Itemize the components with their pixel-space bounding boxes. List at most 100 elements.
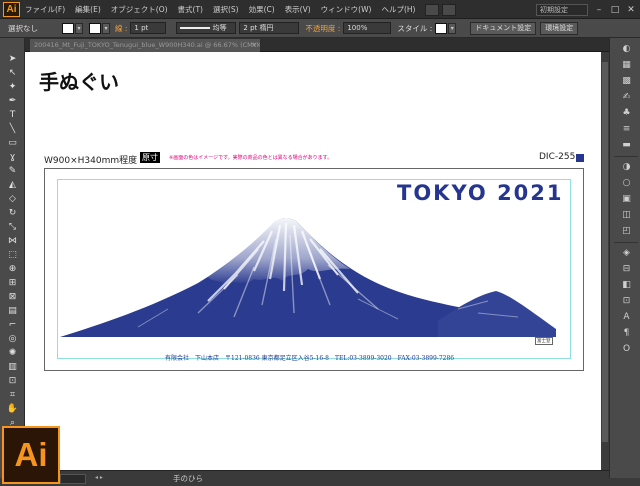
illustrator-logo: Ai (2, 426, 60, 484)
stroke-profile-label: 均等 (212, 24, 227, 32)
company-info: 有限会社 下山本店 〒121-0836 東京都足立区入谷5-16-8 TEL:0… (165, 355, 455, 362)
eyedropper-icon[interactable]: ⌐ (6, 320, 19, 331)
transform-icon[interactable]: ⊡ (620, 296, 633, 307)
mount-fuji-illustration (60, 218, 556, 337)
scrollbar-thumb[interactable] (602, 62, 608, 442)
menu-select[interactable]: 選択(S) (213, 4, 239, 15)
menu-object[interactable]: オブジェクト(O) (111, 4, 168, 15)
document-setup-button[interactable]: ドキュメント設定 (470, 21, 537, 35)
rotate-icon[interactable]: ↻ (6, 208, 19, 219)
eraser-icon[interactable]: ◇ (6, 194, 19, 205)
gradient-panel-icon[interactable]: ▬ (620, 140, 633, 151)
transparency-icon[interactable]: ◑ (620, 162, 633, 173)
stroke-weight-field[interactable]: 1 pt (130, 22, 167, 34)
style-dropdown-icon[interactable]: ▾ (448, 22, 457, 34)
rectangle-icon[interactable]: ▭ (6, 138, 19, 149)
style-swatch[interactable] (435, 22, 448, 34)
profile-line-icon (180, 27, 211, 29)
shape-builder-icon[interactable]: ⊕ (6, 264, 19, 275)
opacity-field[interactable]: 100% (343, 22, 392, 34)
size-label: W900×H340mm程度 (44, 156, 138, 166)
color-icon[interactable]: ◐ (620, 44, 633, 55)
opentype-icon[interactable]: O (620, 344, 633, 355)
blend-icon[interactable]: ◎ (6, 334, 19, 345)
swatches-icon[interactable]: ▩ (620, 76, 633, 87)
artboard-icon[interactable]: ⊡ (6, 376, 19, 387)
layers-stack-icon[interactable]: ◈ (620, 248, 633, 259)
artboard[interactable]: TOKYO 2021 富士登 有限会社 下山本店 〒121-0836 東京都足立… (44, 168, 584, 371)
slice-icon[interactable]: ⌗ (6, 390, 19, 401)
stroke-icon[interactable]: ≡ (620, 124, 633, 135)
align-icon[interactable]: ⊟ (620, 264, 633, 275)
menu-items: ファイル(F) 編集(E) オブジェクト(O) 書式(T) 選択(S) 効果(C… (25, 0, 459, 19)
line-icon[interactable]: ╲ (6, 124, 19, 135)
blob-brush-icon[interactable]: ◭ (6, 180, 19, 191)
symbol-sprayer-icon[interactable]: ✺ (6, 348, 19, 359)
perspective-icon[interactable]: ⊞ (6, 278, 19, 289)
fill-swatch[interactable] (62, 22, 74, 34)
artist-seal: 富士登 (535, 337, 553, 345)
pathfinder-icon[interactable]: ◧ (620, 280, 633, 291)
selection-arrow-icon[interactable]: ➤ (6, 54, 19, 65)
width-icon[interactable]: ⋈ (6, 236, 19, 247)
workspace-switcher[interactable]: 初期設定 (536, 3, 588, 16)
scale-icon[interactable]: ⤡ (6, 222, 19, 233)
artboards-panel-icon[interactable]: ◰ (620, 226, 633, 237)
paragraph-icon[interactable]: ¶ (620, 328, 633, 339)
minimize-icon[interactable]: – (592, 4, 606, 16)
menu-view[interactable]: 表示(V) (285, 4, 311, 15)
style-label: スタイル : (397, 23, 433, 33)
menu-window[interactable]: ウィンドウ(W) (321, 4, 372, 15)
bridge-button[interactable] (425, 3, 440, 16)
graph-icon[interactable]: ▥ (6, 362, 19, 373)
symbols-icon[interactable]: ♣ (620, 108, 633, 119)
paintbrush-icon[interactable]: ɣ (6, 152, 19, 163)
brushes-icon[interactable]: ✍ (620, 92, 633, 103)
close-icon[interactable]: ✕ (624, 4, 638, 16)
type-icon[interactable]: T (6, 110, 19, 121)
menu-help[interactable]: ヘルプ(H) (381, 4, 415, 15)
menu-edit[interactable]: 編集(E) (75, 4, 101, 15)
brush-definition[interactable]: 2 pt 楕円 (239, 22, 300, 34)
free-transform-icon[interactable]: ⬚ (6, 250, 19, 261)
pencil-icon[interactable]: ✎ (6, 166, 19, 177)
variable-width-profile[interactable]: 均等 (176, 22, 237, 34)
app-logo: Ai (3, 2, 20, 17)
tools-panel: ➤ ↖ ✦ ✒ T ╲ ▭ ɣ ✎ ◭ ◇ ↻ ⤡ ⋈ ⬚ ⊕ ⊞ ⊠ ▤ ⌐ … (0, 38, 25, 478)
menu-type[interactable]: 書式(T) (178, 4, 203, 15)
document-tab[interactable]: 200416_Mt_Fuji_TOKYO_Tenugui_blue_W900H3… (30, 39, 260, 52)
appearance-icon[interactable]: ○ (620, 178, 633, 189)
direct-select-icon[interactable]: ↖ (6, 68, 19, 79)
gradient-icon[interactable]: ▤ (6, 306, 19, 317)
mesh-icon[interactable]: ⊠ (6, 292, 19, 303)
menu-effect[interactable]: 効果(C) (249, 4, 275, 15)
stroke-label[interactable]: 線 : (115, 23, 127, 34)
pen-icon[interactable]: ✒ (6, 96, 19, 107)
status-bar: ◂ ▸ 手のひら (25, 470, 609, 486)
graphic-styles-icon[interactable]: ▣ (620, 194, 633, 205)
opacity-label[interactable]: 不透明度 : (305, 23, 340, 34)
layers-icon[interactable]: ◫ (620, 210, 633, 221)
hand-icon[interactable]: ✋ (6, 404, 19, 415)
fill-dropdown-icon[interactable]: ▾ (75, 22, 83, 34)
zoom-field[interactable] (60, 474, 86, 484)
panel-divider (614, 156, 638, 157)
artboard-navigator[interactable]: ◂ ▸ (95, 474, 155, 484)
close-tab-icon[interactable]: × (251, 39, 257, 52)
character-icon[interactable]: A (620, 312, 633, 323)
arrange-documents-button[interactable] (442, 3, 457, 16)
panel-dock: ◐ ▦ ▩ ✍ ♣ ≡ ▬ ◑ ○ ▣ ◫ ◰ ◈ ⊟ ◧ ⊡ A ¶ O (609, 38, 640, 478)
vertical-scrollbar[interactable] (601, 52, 609, 470)
color-guide-icon[interactable]: ▦ (620, 60, 633, 71)
headline: TOKYO 2021 (397, 181, 564, 205)
maximize-icon[interactable]: □ (608, 4, 622, 16)
color-disclaimer: ※画面の色はイメージです。実際の商品の色とは異なる場合があります。 (169, 155, 333, 161)
menu-right: 初期設定 – □ ✕ (536, 0, 640, 19)
stroke-swatch[interactable] (89, 22, 101, 34)
stroke-dropdown-icon[interactable]: ▾ (102, 22, 110, 34)
preferences-button[interactable]: 環境設定 (540, 21, 579, 35)
document-tab-title: 200416_Mt_Fuji_TOKYO_Tenugui_blue_W900H3… (34, 41, 260, 49)
menu-file[interactable]: ファイル(F) (25, 4, 65, 15)
canvas[interactable]: 手ぬぐい W900×H340mm程度 原寸 ※画面の色はイメージです。実際の商品… (25, 52, 609, 470)
magic-wand-icon[interactable]: ✦ (6, 82, 19, 93)
